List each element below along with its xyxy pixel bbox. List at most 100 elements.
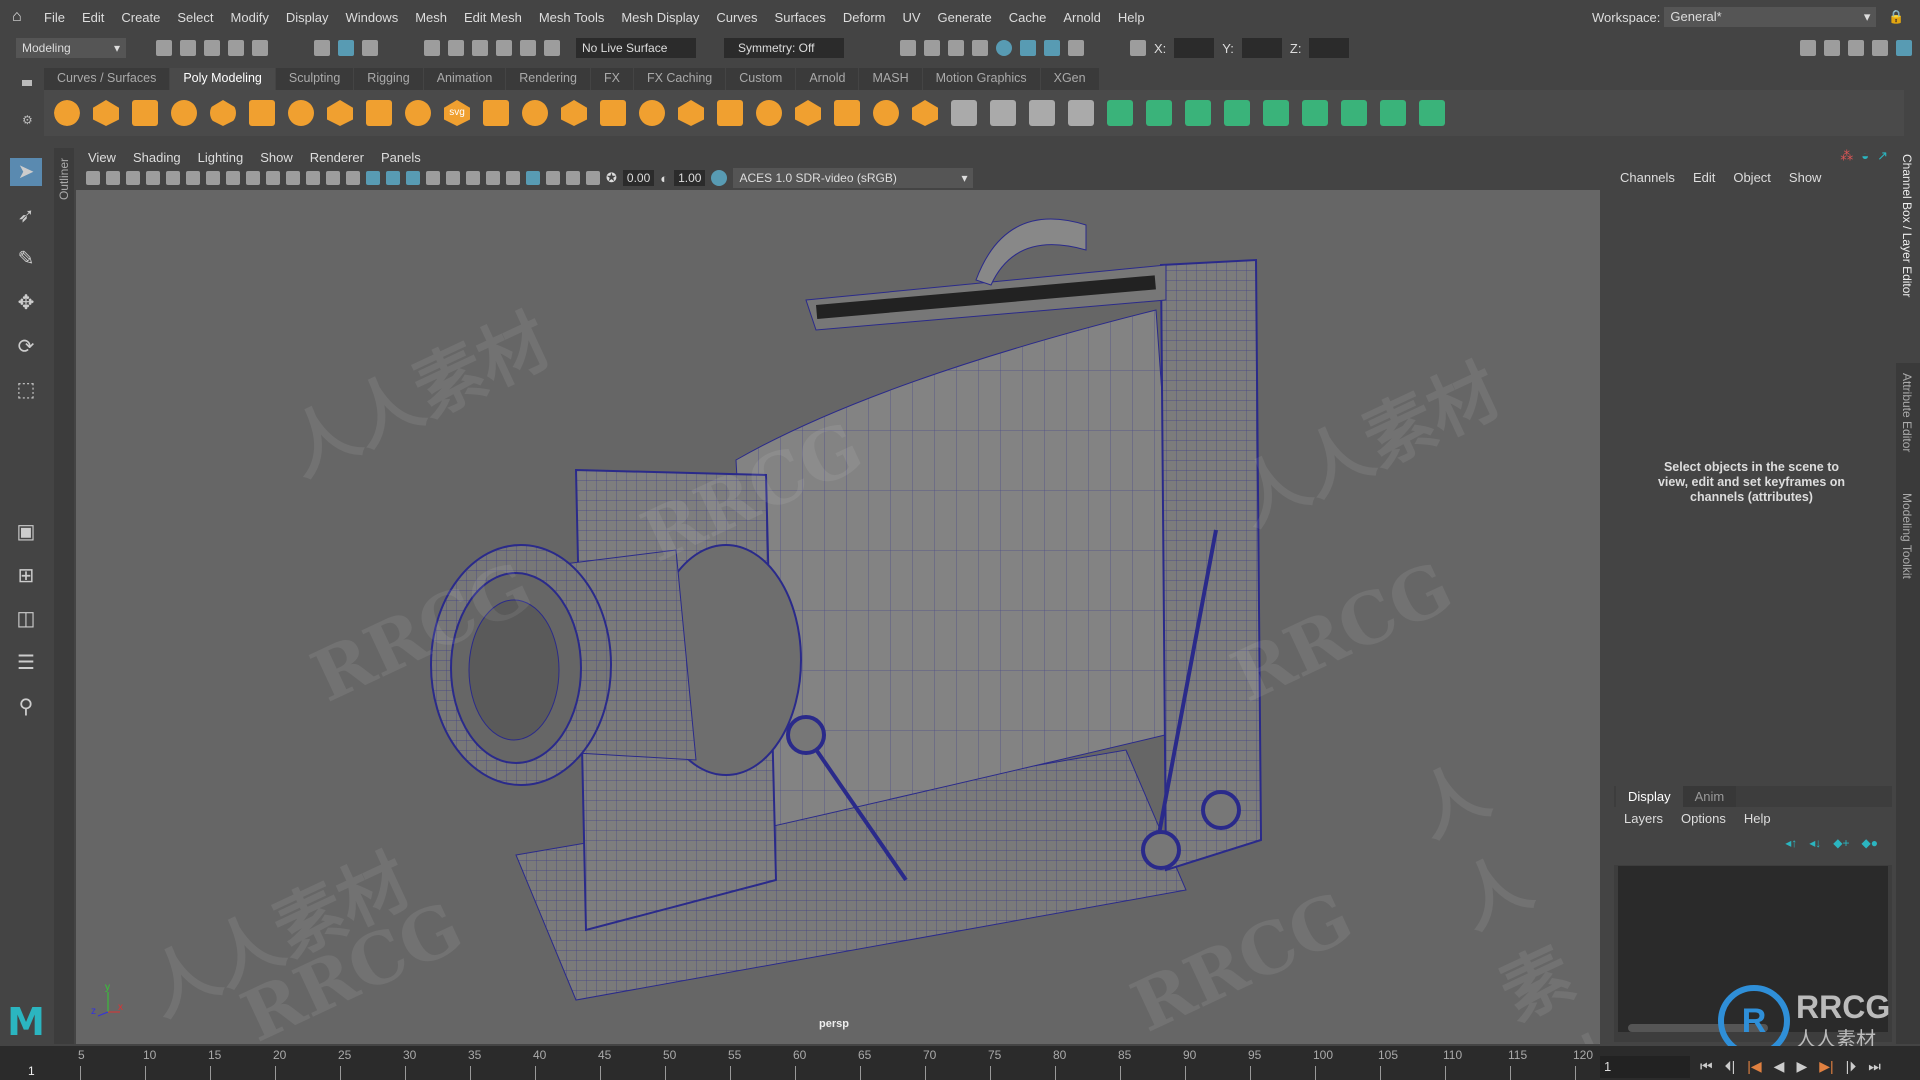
hypershade-icon[interactable] bbox=[996, 40, 1012, 56]
torus-icon[interactable] bbox=[210, 100, 236, 126]
menu-deform[interactable]: Deform bbox=[843, 10, 886, 25]
snap-surface-icon[interactable] bbox=[520, 40, 536, 56]
menu-uv[interactable]: UV bbox=[902, 10, 920, 25]
smooth-shade-icon[interactable] bbox=[366, 171, 380, 185]
uv-sew-icon[interactable] bbox=[1419, 100, 1445, 126]
camera-attr-icon[interactable] bbox=[106, 171, 120, 185]
tab-display[interactable]: Display bbox=[1616, 786, 1683, 807]
new-scene-icon[interactable] bbox=[156, 40, 172, 56]
bevel-icon[interactable] bbox=[678, 100, 704, 126]
current-frame-field[interactable]: 1 bbox=[1600, 1056, 1690, 1078]
uv-editor-icon[interactable] bbox=[1341, 100, 1367, 126]
shelf-tab[interactable]: Poly Modeling bbox=[170, 68, 275, 90]
four-view-icon[interactable]: ⊞ bbox=[10, 562, 42, 590]
workspace-dropdown[interactable]: General* ▾ bbox=[1664, 7, 1877, 27]
shelf-tab[interactable]: Animation bbox=[423, 68, 506, 90]
bookmark-icon[interactable] bbox=[126, 171, 140, 185]
step-forward-frame-icon[interactable]: ▶| bbox=[1819, 1058, 1833, 1075]
menu-mesh[interactable]: Mesh bbox=[415, 10, 447, 25]
select-tool-icon[interactable]: ➤ bbox=[10, 158, 42, 186]
menu-display[interactable]: Display bbox=[286, 10, 329, 25]
help-menu[interactable]: Help bbox=[1744, 811, 1771, 861]
panel-menu-lighting[interactable]: Lighting bbox=[198, 150, 244, 165]
reduce-icon[interactable] bbox=[912, 100, 938, 126]
uv-unfold-icon[interactable] bbox=[1263, 100, 1289, 126]
append-icon[interactable] bbox=[717, 100, 743, 126]
safe-title-icon[interactable] bbox=[326, 171, 340, 185]
move-layer-up-icon[interactable]: ◂↑ bbox=[1785, 836, 1797, 850]
render-settings-icon[interactable] bbox=[972, 40, 988, 56]
menu-create[interactable]: Create bbox=[121, 10, 160, 25]
tab-modeling-toolkit[interactable]: Modeling Toolkit bbox=[1896, 483, 1920, 603]
go-to-end-icon[interactable]: ⏭ bbox=[1868, 1058, 1881, 1075]
play-backwards-icon[interactable]: ◀ bbox=[1774, 1058, 1785, 1075]
select-component-icon[interactable] bbox=[362, 40, 378, 56]
ipr-render-icon[interactable] bbox=[948, 40, 964, 56]
merge-icon[interactable] bbox=[795, 100, 821, 126]
shelf-tab[interactable]: Curves / Surfaces bbox=[44, 68, 170, 90]
xray-icon[interactable] bbox=[546, 171, 560, 185]
uv-planar-icon[interactable] bbox=[1185, 100, 1211, 126]
select-hierarchy-icon[interactable] bbox=[314, 40, 330, 56]
home-icon[interactable]: ⌂ bbox=[12, 8, 22, 26]
x-field[interactable] bbox=[1174, 38, 1215, 58]
resolution-gate-icon[interactable] bbox=[246, 171, 260, 185]
exposure-icon[interactable]: ✪ bbox=[606, 170, 617, 186]
platonic-icon[interactable] bbox=[327, 100, 353, 126]
uv-auto-icon[interactable] bbox=[1224, 100, 1250, 126]
color-management-toggle-icon[interactable] bbox=[711, 170, 728, 186]
snap-grid-icon[interactable] bbox=[424, 40, 440, 56]
play-forwards-icon[interactable]: ▶ bbox=[1796, 1058, 1807, 1075]
fill-hole-icon[interactable] bbox=[756, 100, 782, 126]
sphere-icon[interactable] bbox=[54, 100, 80, 126]
snap-curve-icon[interactable] bbox=[448, 40, 464, 56]
field-chart-icon[interactable] bbox=[286, 171, 300, 185]
shelf-tab[interactable]: Arnold bbox=[796, 68, 859, 90]
menu-help[interactable]: Help bbox=[1118, 10, 1145, 25]
gamma-icon[interactable]: ◐ bbox=[660, 171, 668, 186]
isolate-select-icon[interactable] bbox=[526, 171, 540, 185]
gamma-field[interactable]: 1.00 bbox=[674, 170, 706, 186]
shadows-icon[interactable] bbox=[446, 171, 460, 185]
menu-generate[interactable]: Generate bbox=[938, 10, 992, 25]
plane-icon[interactable] bbox=[249, 100, 275, 126]
shelf-settings-icon[interactable]: ⚙ bbox=[22, 113, 33, 127]
type-icon[interactable] bbox=[405, 100, 431, 126]
y-field[interactable] bbox=[1241, 38, 1282, 58]
layers-menu[interactable]: Layers bbox=[1624, 811, 1663, 861]
menu-edit[interactable]: Edit bbox=[82, 10, 104, 25]
single-view-icon[interactable]: ▣ bbox=[10, 518, 42, 546]
smooth-icon[interactable] bbox=[561, 100, 587, 126]
two-view-icon[interactable]: ◫ bbox=[10, 605, 42, 633]
mirror-icon[interactable] bbox=[873, 100, 899, 126]
channel-box-icon[interactable] bbox=[1896, 40, 1912, 56]
undo-icon[interactable] bbox=[228, 40, 244, 56]
live-surface-field[interactable]: No Live Surface bbox=[576, 38, 696, 58]
shelf-tab[interactable]: MASH bbox=[859, 68, 922, 90]
ambient-occlusion-icon[interactable] bbox=[466, 171, 480, 185]
insert-edge-loop-icon[interactable] bbox=[1146, 100, 1172, 126]
grease-pencil-icon[interactable] bbox=[166, 171, 180, 185]
2d-pan-icon[interactable] bbox=[186, 171, 200, 185]
separate-icon[interactable] bbox=[522, 100, 548, 126]
open-scene-icon[interactable] bbox=[180, 40, 196, 56]
panel-menu-renderer[interactable]: Renderer bbox=[310, 150, 364, 165]
object-menu[interactable]: Object bbox=[1733, 170, 1771, 185]
shelf-tab[interactable]: Rigging bbox=[354, 68, 423, 90]
tab-channel-box-layer-editor[interactable]: Channel Box / Layer Editor bbox=[1896, 148, 1920, 363]
save-scene-icon[interactable] bbox=[204, 40, 220, 56]
panel-menu-shading[interactable]: Shading bbox=[133, 150, 181, 165]
render-frame-icon[interactable] bbox=[900, 40, 916, 56]
options-menu[interactable]: Options bbox=[1681, 811, 1726, 861]
disc-icon[interactable] bbox=[288, 100, 314, 126]
z-field[interactable] bbox=[1309, 38, 1350, 58]
shelf-tab[interactable]: FX Caching bbox=[633, 68, 726, 90]
arnold-render-icon[interactable] bbox=[1044, 40, 1060, 56]
menu-edit-mesh[interactable]: Edit Mesh bbox=[464, 10, 522, 25]
scale-tool-icon[interactable]: ⬚ bbox=[10, 376, 42, 404]
paint-select-tool-icon[interactable]: ✎ bbox=[10, 245, 42, 273]
panel-menu-show[interactable]: Show bbox=[260, 150, 293, 165]
lasso-tool-icon[interactable]: ➶ bbox=[10, 202, 42, 230]
use-lights-icon[interactable] bbox=[426, 171, 440, 185]
shelf-tab[interactable]: FX bbox=[590, 68, 633, 90]
